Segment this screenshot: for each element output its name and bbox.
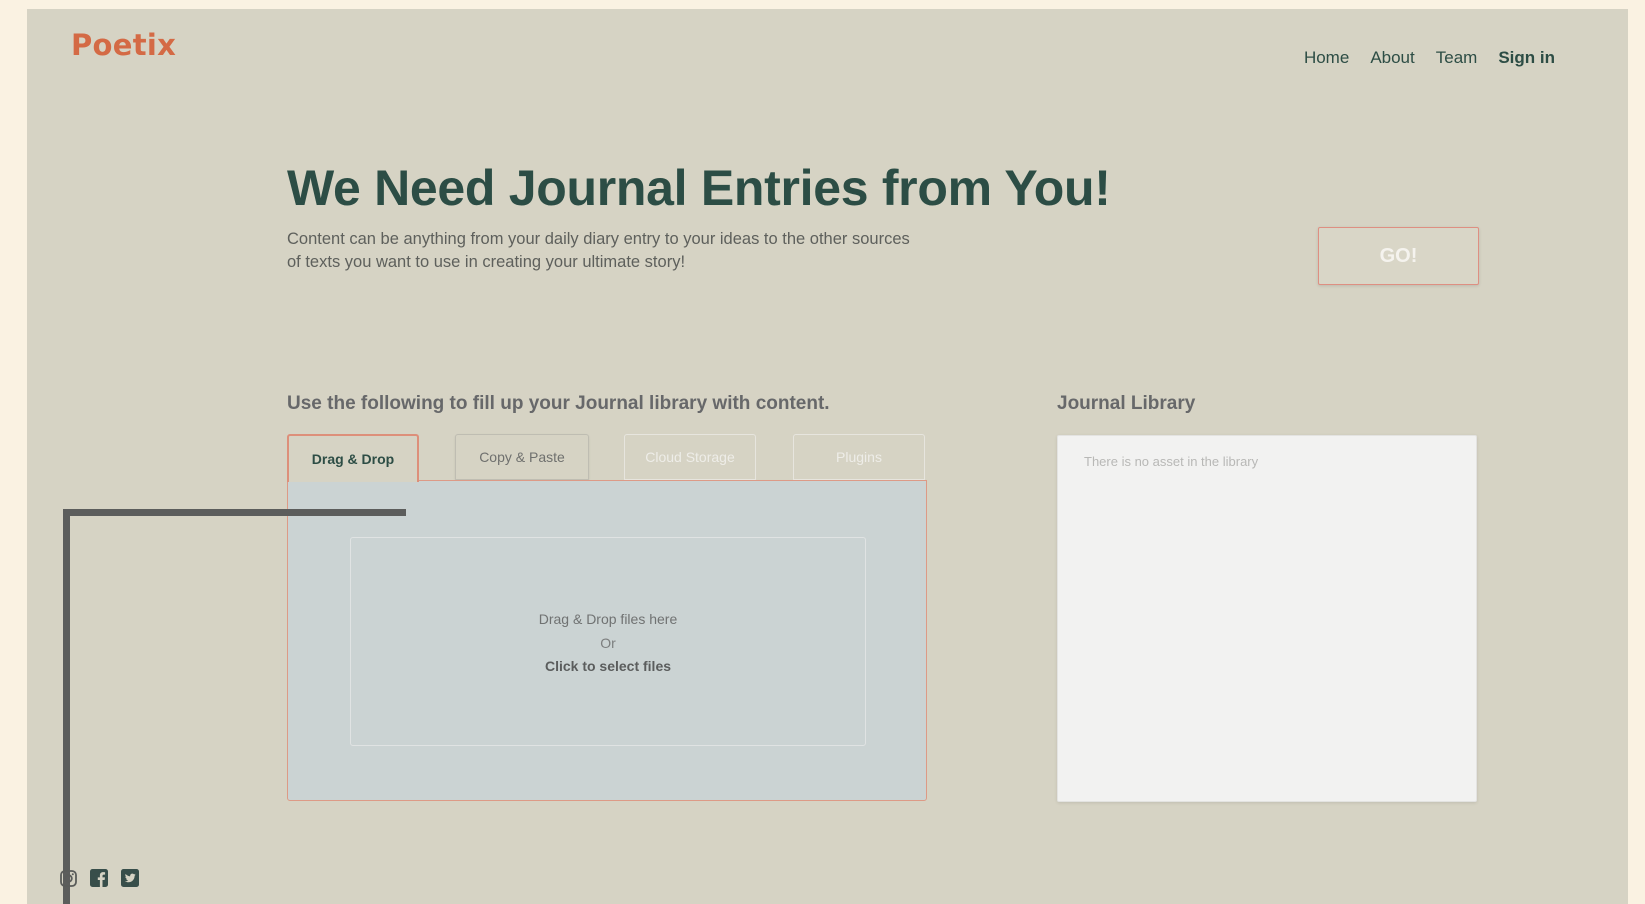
library-empty-message: There is no asset in the library bbox=[1084, 454, 1259, 469]
journal-library-panel: There is no asset in the library bbox=[1057, 435, 1477, 802]
uploader-heading: Use the following to fill up your Journa… bbox=[287, 393, 830, 414]
file-drop-zone[interactable]: Drag & Drop files here Or Click to selec… bbox=[350, 537, 866, 746]
drop-panel: Drag & Drop files here Or Click to selec… bbox=[287, 480, 927, 801]
tab-plugins[interactable]: Plugins bbox=[793, 434, 925, 480]
instagram-icon[interactable] bbox=[60, 869, 77, 887]
facebook-icon[interactable] bbox=[90, 869, 108, 887]
page-title: We Need Journal Entries from You! bbox=[287, 160, 1111, 216]
page-subtitle: Content can be anything from your daily … bbox=[287, 230, 910, 271]
select-files-link[interactable]: Click to select files bbox=[545, 655, 671, 677]
page-frame: Poetix Home About Team Sign in We Need J… bbox=[27, 9, 1628, 904]
library-heading: Journal Library bbox=[1057, 393, 1196, 414]
top-nav: Home About Team Sign in bbox=[1304, 48, 1555, 68]
nav-home[interactable]: Home bbox=[1304, 48, 1349, 68]
overlay-bracket-horizontal bbox=[63, 509, 406, 516]
nav-about[interactable]: About bbox=[1370, 48, 1414, 68]
drop-zone-or: Or bbox=[600, 634, 616, 651]
overlay-bracket-vertical bbox=[63, 509, 70, 904]
nav-sign-in[interactable]: Sign in bbox=[1498, 48, 1555, 68]
tab-copy-paste[interactable]: Copy & Paste bbox=[455, 434, 589, 480]
twitter-icon[interactable] bbox=[121, 869, 139, 887]
social-links bbox=[60, 869, 139, 887]
brand-logo[interactable]: Poetix bbox=[71, 28, 176, 62]
go-button[interactable]: GO! bbox=[1318, 227, 1479, 285]
drop-zone-instruction: Drag & Drop files here bbox=[538, 610, 678, 627]
nav-team[interactable]: Team bbox=[1436, 48, 1478, 68]
tab-drag-drop[interactable]: Drag & Drop bbox=[287, 434, 419, 482]
tab-cloud-storage[interactable]: Cloud Storage bbox=[624, 434, 756, 480]
